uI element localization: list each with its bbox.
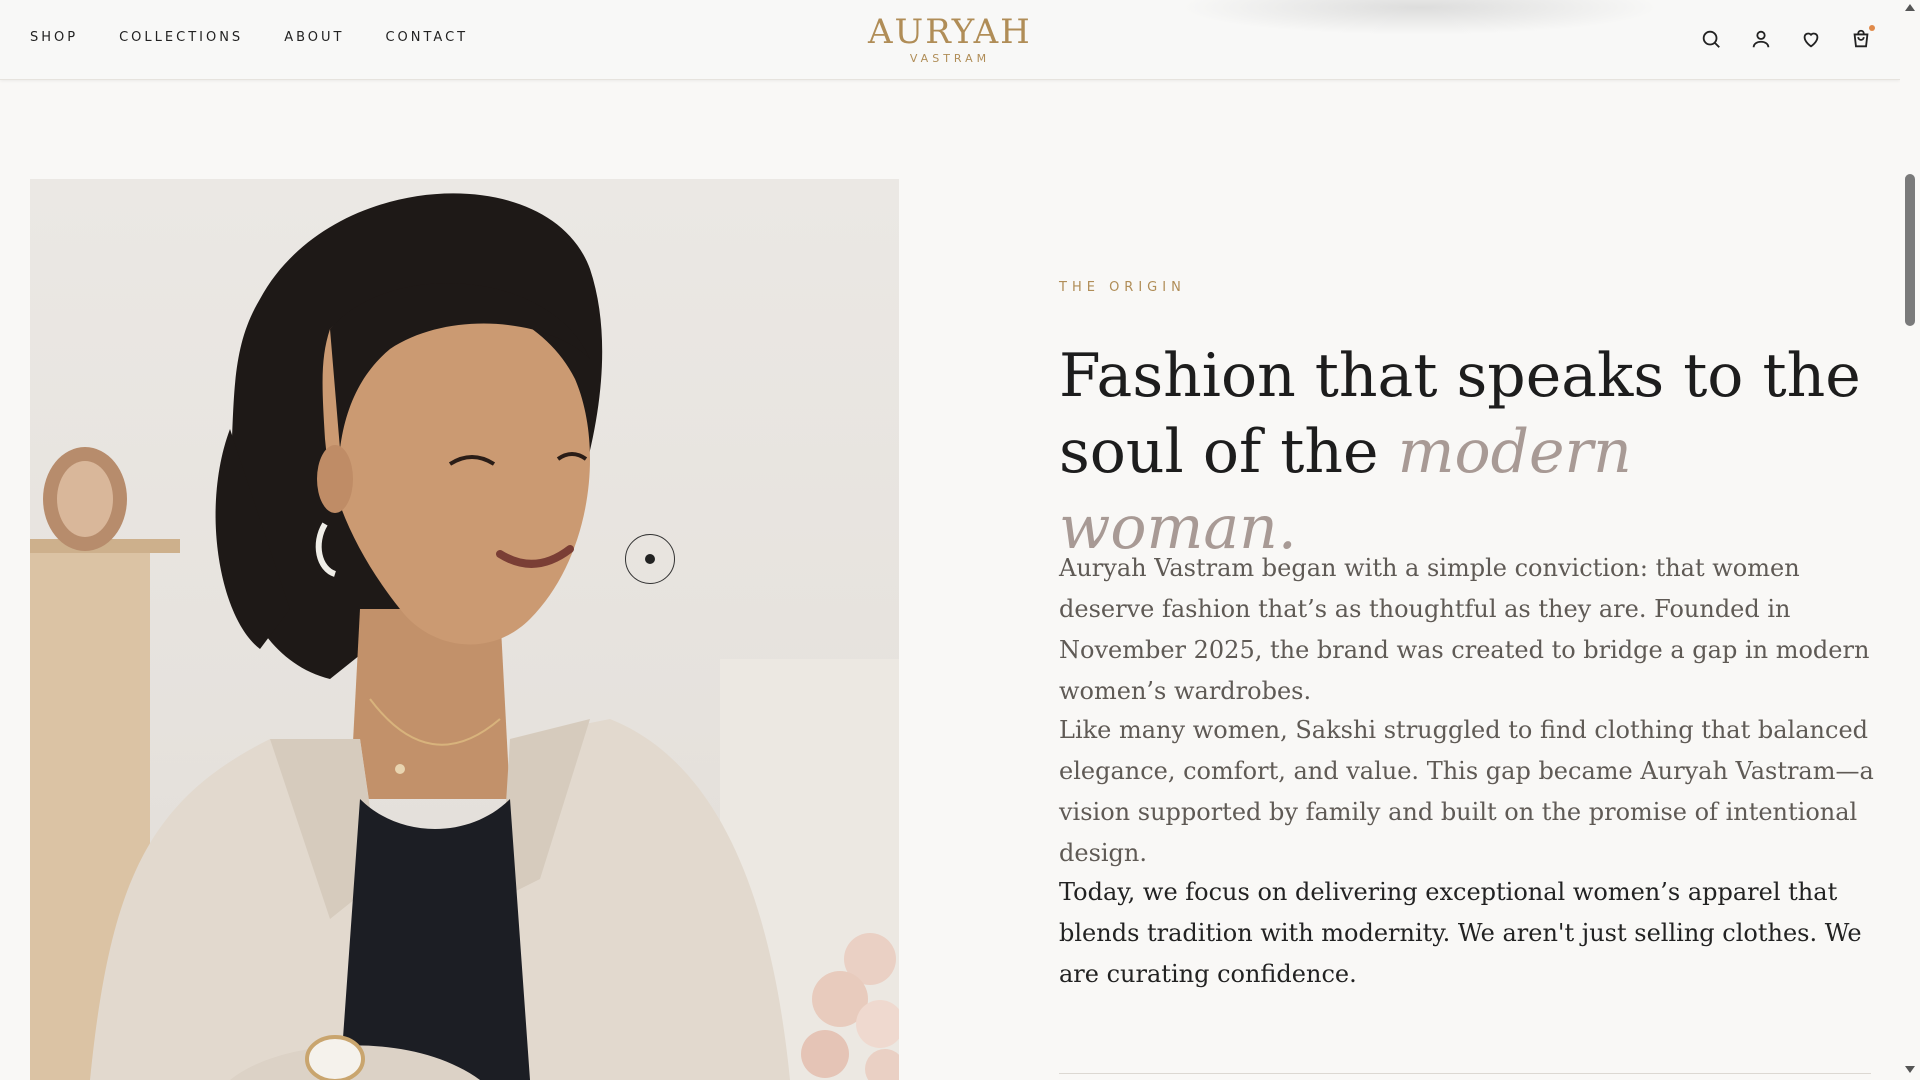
heart-icon[interactable] [1800,28,1822,50]
scrollbar-thumb[interactable] [1905,174,1915,326]
scroll-up-arrow[interactable] [1905,4,1915,11]
origin-paragraph-2: Like many women, Sakshi struggled to fin… [1059,716,1874,867]
founder-photo [30,179,899,1080]
logo-subtitle: VASTRAM [909,52,991,65]
section-divider [1059,1073,1871,1074]
logo-wordmark: AURYAH [868,12,1032,52]
founder-illustration [30,193,899,1080]
cursor-indicator [625,534,675,584]
main-nav: SHOP COLLECTIONS ABOUT CONTACT [30,30,468,45]
nav-collections[interactable]: COLLECTIONS [119,30,243,45]
nav-about[interactable]: ABOUT [284,30,344,45]
scrollbar-track[interactable] [1900,0,1920,1080]
nav-contact[interactable]: CONTACT [385,30,468,45]
cart-icon[interactable] [1850,25,1875,50]
origin-paragraph-1: Auryah Vastram began with a simple convi… [1059,554,1870,705]
cart-badge [1869,25,1875,31]
user-icon[interactable] [1750,28,1772,50]
origin-paragraph-3: Today, we focus on delivering exceptiona… [1059,878,1862,988]
header-icons [1700,25,1875,50]
section-headline: Fashion that speaks to the soul of the m… [1059,338,1879,566]
site-header: SHOP COLLECTIONS ABOUT CONTACT AURYAH VA… [0,0,1900,80]
nav-shop[interactable]: SHOP [30,30,78,45]
brand-logo[interactable]: AURYAH VASTRAM [868,12,1032,65]
section-eyebrow: THE ORIGIN [1059,280,1186,295]
scroll-down-arrow[interactable] [1905,1066,1915,1073]
search-icon[interactable] [1700,28,1722,50]
header-decoration [1180,0,1660,35]
